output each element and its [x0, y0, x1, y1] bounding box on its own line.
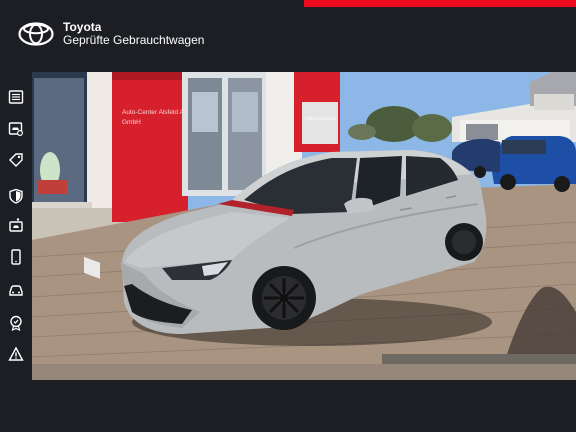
list-icon — [8, 90, 24, 104]
sidebar-item-list[interactable] — [4, 86, 28, 108]
sidebar-item-quality[interactable] — [4, 312, 28, 334]
sidebar-nav — [0, 72, 32, 382]
sidebar-item-mobile[interactable] — [4, 246, 28, 268]
sidebar-item-notices[interactable] — [4, 343, 28, 365]
sidebar-item-warranty[interactable] — [4, 185, 28, 207]
brand-text: Toyota Geprüfte Gebrauchtwagen — [63, 21, 204, 47]
sidebar-item-vehicles[interactable] — [4, 279, 28, 301]
warning-icon — [8, 346, 24, 361]
car-wash-icon — [9, 218, 23, 232]
brand-subtitle: Geprüfte Gebrauchtwagen — [63, 33, 205, 47]
price-tag-icon — [9, 153, 23, 167]
sidebar-item-service[interactable] — [4, 214, 28, 236]
sidebar-item-car-search[interactable] — [4, 118, 28, 140]
car-search-icon — [8, 122, 24, 137]
car-front-icon — [9, 285, 23, 296]
hours-sign-text: Öffnungszeiten — [305, 116, 336, 121]
toyota-logo-icon[interactable] — [18, 22, 54, 46]
header-bar: Toyota Geprüfte Gebrauchtwagen — [0, 0, 576, 64]
brand-accent-bar — [304, 0, 576, 7]
vehicle-photo[interactable]: Auto-Center Alsfeld AH GmbH Öffnungszeit… — [32, 72, 576, 380]
dealer-sign-text: Auto-Center Alsfeld AH GmbH — [122, 109, 189, 126]
shield-icon — [9, 188, 23, 204]
sidebar-item-prices[interactable] — [4, 149, 28, 171]
vehicle-photo-illustration — [32, 72, 576, 380]
award-icon — [10, 315, 22, 331]
smartphone-icon — [11, 249, 21, 265]
